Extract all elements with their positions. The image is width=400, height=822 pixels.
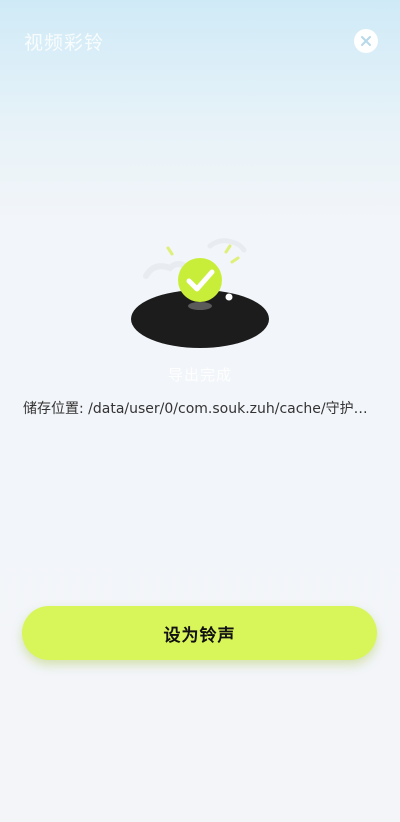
export-success-illustration: [131, 238, 269, 348]
sparkle-mark: [166, 246, 174, 256]
check-shadow: [188, 302, 212, 310]
page-title: 视频彩铃: [24, 32, 105, 54]
storage-path-text: 储存位置: /data/user/0/com.souk.zuh/cache/守护…: [23, 401, 378, 417]
export-result-screen: 视频彩铃 导出完成 储存位置: /data/user/0/com.souk.zu…: [0, 0, 400, 822]
check-circle-icon: [178, 258, 222, 302]
set-as-ringtone-button[interactable]: 设为铃声: [22, 606, 377, 660]
hole-sparkle: [225, 293, 233, 301]
close-button[interactable]: [354, 29, 378, 53]
sparkle-mark: [224, 244, 232, 254]
sparkle-mark: [230, 256, 240, 264]
close-icon: [361, 36, 371, 46]
export-status-label: 导出完成: [167, 366, 232, 384]
